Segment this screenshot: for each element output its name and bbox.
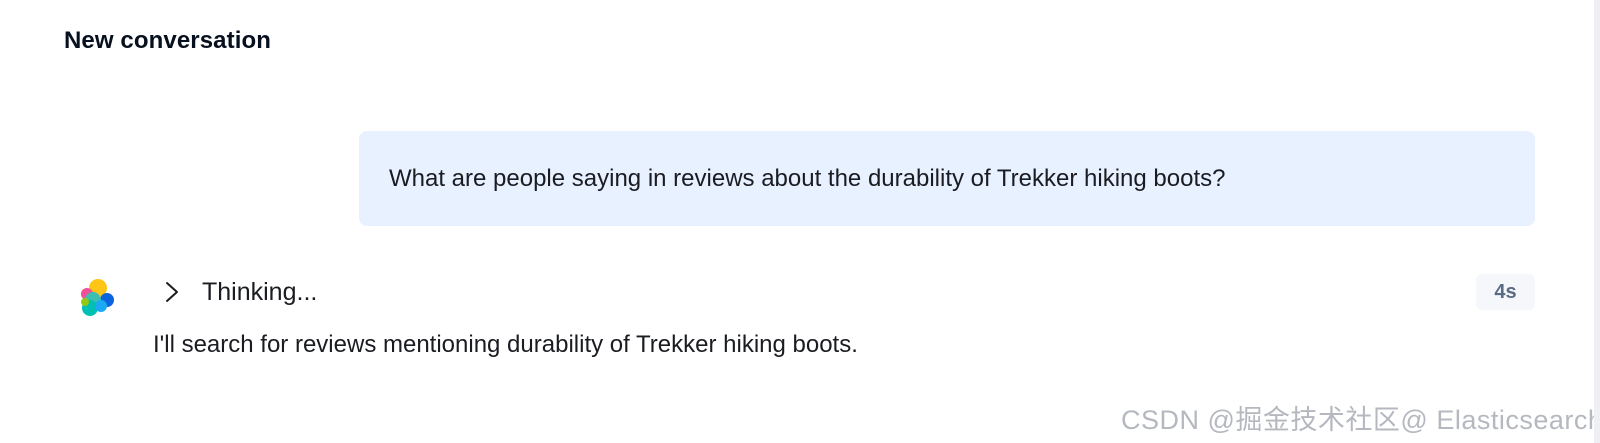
thinking-duration-badge: 4s <box>1476 274 1535 310</box>
user-message-text: What are people saying in reviews about … <box>389 164 1226 192</box>
scrollbar[interactable] <box>1594 0 1600 443</box>
elastic-logo-icon <box>76 278 116 318</box>
user-message-bubble: What are people saying in reviews about … <box>359 131 1535 226</box>
assistant-message-text: I'll search for reviews mentioning durab… <box>153 331 858 358</box>
conversation-title: New conversation <box>64 27 271 54</box>
chevron-right-icon[interactable] <box>160 280 184 304</box>
thinking-label: Thinking... <box>202 277 318 306</box>
watermark: CSDN @掘金技术社区@ Elasticsearch <box>1121 405 1600 435</box>
thinking-toggle[interactable]: Thinking... <box>160 274 317 310</box>
chat-page: New conversation What are people saying … <box>0 0 1600 443</box>
